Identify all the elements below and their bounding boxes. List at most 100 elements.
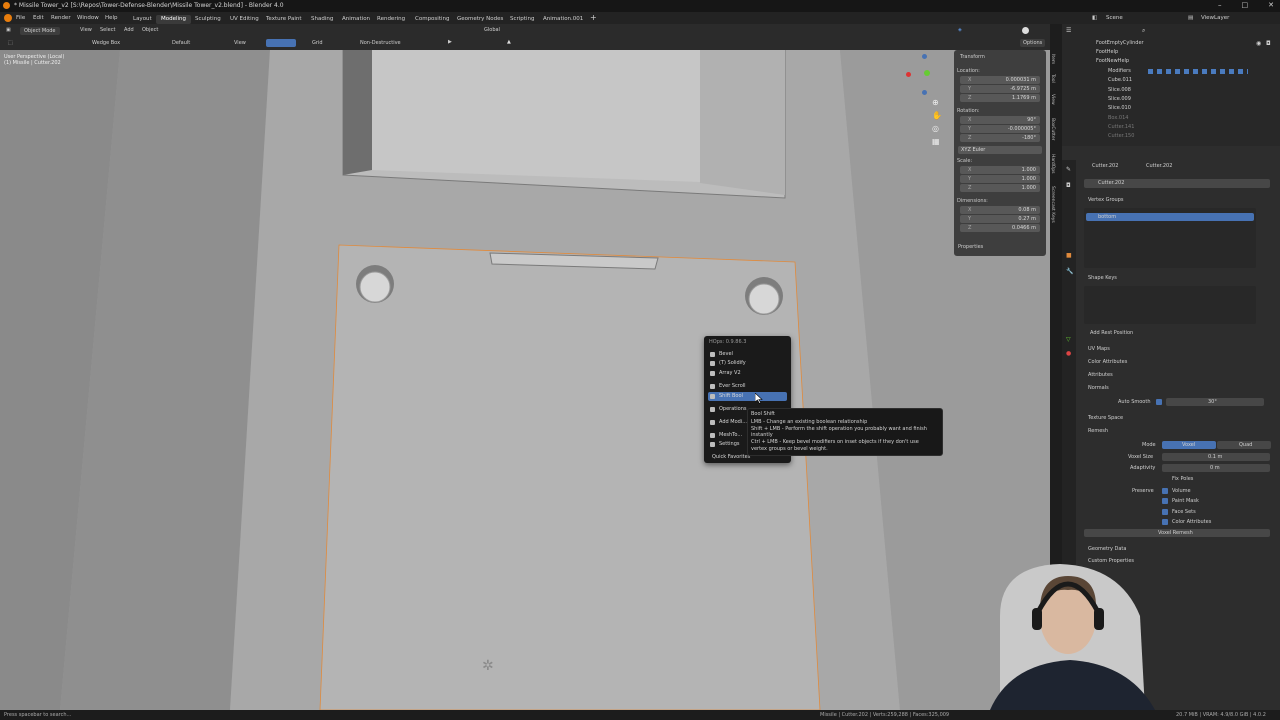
- outliner-item[interactable]: Cutter.141: [1062, 124, 1280, 133]
- vertex-groups-header[interactable]: Vertex Groups: [1088, 197, 1124, 203]
- pan-hand-icon[interactable]: ✋: [932, 111, 942, 120]
- outliner-item[interactable]: Modifiers: [1062, 68, 1280, 77]
- preserve-color-attributes-checkbox[interactable]: [1162, 519, 1168, 525]
- preserve-volume-checkbox[interactable]: [1162, 488, 1168, 494]
- menu-help[interactable]: Help: [105, 15, 118, 21]
- auto-smooth-angle-field[interactable]: 30°: [1166, 398, 1264, 406]
- dimensions-x-field[interactable]: X 0.08 m: [960, 206, 1040, 214]
- menu-item-array[interactable]: Array V2: [708, 369, 787, 378]
- object-mode-dropdown[interactable]: Object Mode: [20, 27, 60, 35]
- 3d-viewport[interactable]: ✲ User Perspective (Local) (1) Missile |…: [0, 50, 1050, 710]
- workspace-tab-animation[interactable]: Animation: [337, 15, 375, 24]
- voxel-size-field[interactable]: 0.1 m: [1162, 453, 1270, 461]
- close-icon[interactable]: ✕: [1268, 1, 1274, 9]
- workspace-tab-compositing[interactable]: Compositing: [410, 15, 454, 24]
- menu-item-solidify[interactable]: (T) Solidify: [708, 359, 787, 368]
- tab-view[interactable]: View: [1050, 94, 1055, 105]
- gizmo-y-axis-icon[interactable]: [924, 70, 930, 76]
- shape-keys-header[interactable]: Shape Keys: [1088, 275, 1117, 281]
- view-layer-selector[interactable]: ViewLayer: [1201, 15, 1229, 21]
- attributes-header[interactable]: Attributes: [1088, 372, 1113, 378]
- camera-icon[interactable]: ◎: [932, 124, 942, 133]
- navigation-gizmo[interactable]: [900, 54, 940, 98]
- select-box-icon[interactable]: ⬚: [8, 40, 13, 46]
- modifier-tab-icon[interactable]: 🔧: [1066, 268, 1073, 275]
- zoom-icon[interactable]: ⊕: [932, 98, 942, 107]
- viewport-gizmo-toggle-icon[interactable]: ◈: [958, 27, 962, 33]
- outliner-item[interactable]: Slice.008: [1062, 87, 1280, 96]
- gizmo-neg-z-icon[interactable]: [922, 90, 927, 95]
- options-button[interactable]: Options: [1020, 39, 1046, 47]
- mesh-data-tab-icon[interactable]: ▽: [1066, 336, 1071, 343]
- outliner-item[interactable]: Slice.009: [1062, 96, 1280, 105]
- scene-selector[interactable]: Scene: [1106, 15, 1123, 21]
- workspace-tab-modeling[interactable]: Modeling: [156, 15, 192, 24]
- geometry-data-header[interactable]: Geometry Data: [1088, 546, 1126, 552]
- menu-window[interactable]: Window: [77, 15, 99, 21]
- menu-item-bevel[interactable]: Bevel: [708, 350, 787, 359]
- mode-voxel-button[interactable]: Voxel: [1162, 441, 1216, 449]
- rotation-mode-dropdown[interactable]: XYZ Euler: [958, 146, 1042, 154]
- outliner-item[interactable]: Box.014: [1062, 115, 1280, 124]
- grid-view-icon[interactable]: ▦: [932, 137, 942, 146]
- tab-boxcutter[interactable]: BoxCutter: [1050, 118, 1055, 141]
- dimensions-y-field[interactable]: Y 0.27 m: [960, 215, 1040, 223]
- normals-header[interactable]: Normals: [1088, 385, 1109, 391]
- tool-dropdown[interactable]: Wedge Box: [92, 40, 120, 46]
- workspace-tab-geometry-nodes[interactable]: Geometry Nodes: [452, 15, 508, 24]
- location-x-field[interactable]: X 0.000031 m: [960, 76, 1040, 84]
- outliner-item[interactable]: FootHelp: [1062, 49, 1280, 58]
- auto-smooth-checkbox[interactable]: [1156, 399, 1162, 405]
- workspace-tab-layout[interactable]: Layout: [128, 15, 157, 24]
- scale-z-field[interactable]: Z 1.000: [960, 184, 1040, 192]
- gizmo-x-axis-icon[interactable]: [906, 72, 911, 77]
- render-tab-icon[interactable]: ◘: [1066, 182, 1071, 189]
- rotation-x-field[interactable]: X 90°: [960, 116, 1040, 124]
- orientation-dropdown[interactable]: Global: [484, 27, 500, 33]
- material-tab-icon[interactable]: ●: [1066, 350, 1071, 357]
- workspace-tab-animation-001[interactable]: Animation.001: [538, 15, 588, 24]
- tab-item[interactable]: Item: [1050, 54, 1055, 64]
- menu-file[interactable]: File: [16, 15, 25, 21]
- outliner-item[interactable]: FootNewHelp: [1062, 58, 1280, 67]
- tab-screencast-keys[interactable]: Screencast Keys: [1050, 186, 1055, 223]
- render-camera-icon[interactable]: ◘: [1266, 40, 1271, 47]
- location-y-field[interactable]: Y -6.9725 m: [960, 85, 1040, 93]
- grid-dropdown[interactable]: Grid: [312, 40, 323, 46]
- snap-toggle[interactable]: [266, 39, 296, 47]
- preserve-paint-mask-checkbox[interactable]: [1162, 498, 1168, 504]
- menu-view[interactable]: View: [80, 27, 92, 33]
- uv-maps-header[interactable]: UV Maps: [1088, 346, 1110, 352]
- texture-space-header[interactable]: Texture Space: [1088, 415, 1123, 421]
- rotation-y-field[interactable]: Y -0.000005°: [960, 125, 1040, 133]
- breadcrumb-mesh[interactable]: Cutter.202: [1146, 163, 1172, 169]
- vertex-group-item[interactable]: bottom: [1086, 213, 1254, 221]
- outliner-editor-icon[interactable]: ☰: [1066, 27, 1071, 34]
- outliner-item[interactable]: Cube.011: [1062, 77, 1280, 86]
- add-workspace-icon[interactable]: +: [590, 13, 597, 22]
- location-z-field[interactable]: Z 1.1769 m: [960, 94, 1040, 102]
- non-destructive-dropdown[interactable]: Non-Destructive: [360, 40, 401, 46]
- workspace-tab-uv-editing[interactable]: UV Editing: [225, 15, 264, 24]
- dimensions-z-field[interactable]: Z 0.0466 m: [960, 224, 1040, 232]
- menu-item-ever-scroll[interactable]: Ever Scroll: [708, 382, 787, 391]
- play-icon[interactable]: ▶: [448, 39, 452, 45]
- outliner-item[interactable]: Slice.010: [1062, 105, 1280, 114]
- minimize-icon[interactable]: –: [1218, 1, 1222, 9]
- workspace-tab-texture-paint[interactable]: Texture Paint: [261, 15, 307, 24]
- remesh-header[interactable]: Remesh: [1088, 428, 1108, 434]
- visibility-eye-icon[interactable]: ◉: [1256, 40, 1261, 47]
- workspace-tab-rendering[interactable]: Rendering: [372, 15, 410, 24]
- scale-x-field[interactable]: X 1.000: [960, 166, 1040, 174]
- add-rest-position-checkbox[interactable]: Add Rest Position: [1090, 330, 1133, 336]
- tool-tab-icon[interactable]: ✎: [1066, 166, 1071, 173]
- shape-keys-list[interactable]: [1084, 286, 1256, 324]
- mesh-name-field[interactable]: Cutter.202: [1084, 179, 1270, 188]
- maximize-icon[interactable]: □: [1242, 1, 1249, 9]
- properties-subpanel[interactable]: Properties: [958, 244, 983, 250]
- menu-render[interactable]: Render: [51, 15, 71, 21]
- menu-object[interactable]: Object: [142, 27, 158, 33]
- menu-select[interactable]: Select: [100, 27, 115, 33]
- preserve-face-sets-checkbox[interactable]: [1162, 509, 1168, 515]
- rotation-z-field[interactable]: Z -180°: [960, 134, 1040, 142]
